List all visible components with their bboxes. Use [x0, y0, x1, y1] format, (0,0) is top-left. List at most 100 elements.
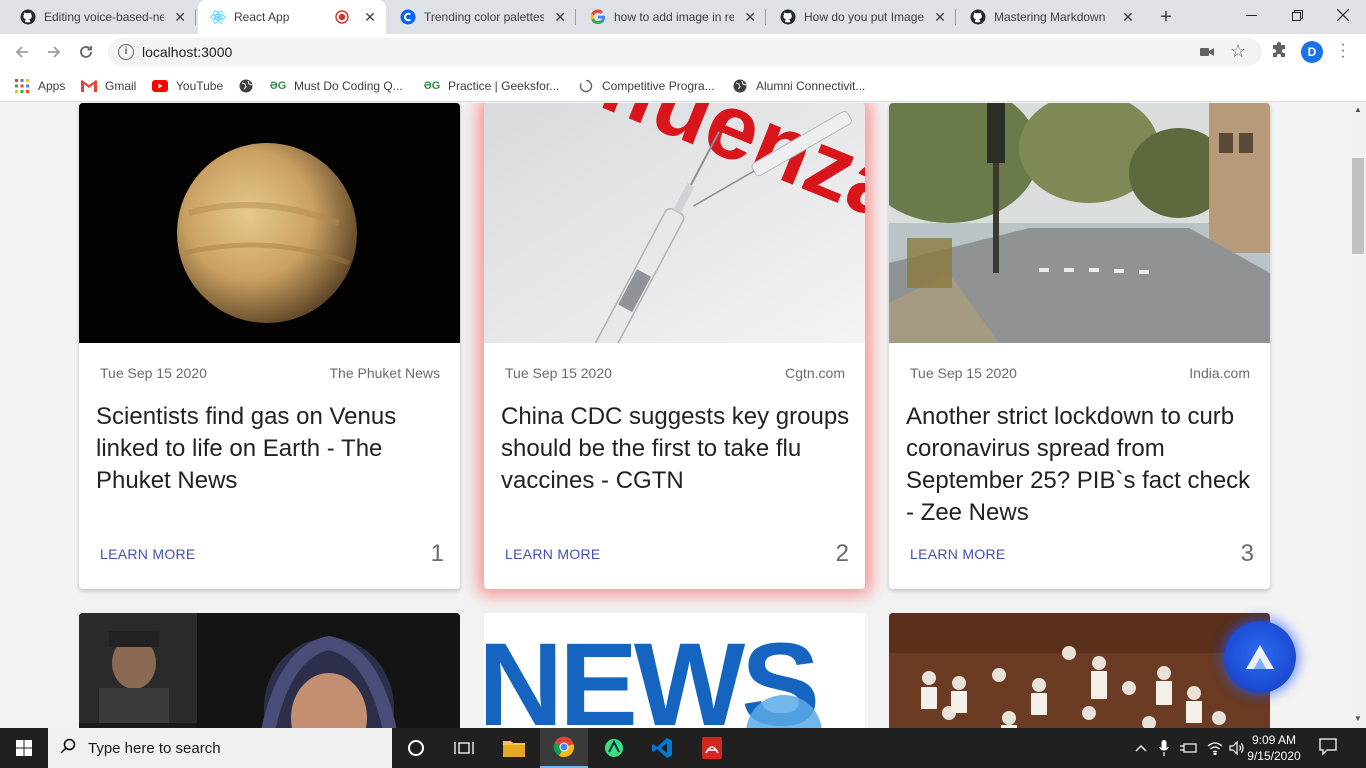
learn-more-button[interactable]: LEARN MORE [100, 546, 196, 562]
news-headline: Another strict lockdown to curb coronavi… [906, 403, 1251, 526]
github-icon [20, 9, 36, 25]
close-tab-icon[interactable]: ✕ [362, 9, 378, 25]
restore-icon[interactable] [1274, 0, 1320, 30]
scroll-down-icon[interactable]: ▼ [1354, 714, 1362, 723]
tab-editing-voice[interactable]: Editing voice-based-ne ✕ [8, 0, 196, 34]
learn-more-button[interactable]: LEARN MORE [910, 546, 1006, 562]
bookmark-globe[interactable] [238, 77, 262, 95]
bookmark-label: Apps [38, 79, 66, 93]
news-date: Tue Sep 15 2020 [910, 365, 1017, 381]
cortana-icon[interactable] [392, 728, 440, 768]
tab-title: React App [234, 10, 290, 24]
news-card[interactable]: Influenza Tue Sep 15 2020 Cgtn.com China… [484, 103, 865, 589]
address-bar[interactable]: i localhost:3000 ☆ [108, 38, 1262, 66]
close-tab-icon[interactable]: ✕ [172, 9, 188, 25]
bookmark-star-icon[interactable]: ☆ [1230, 41, 1246, 62]
bookmark-youtube[interactable]: YouTube [152, 77, 223, 95]
tab-title: Trending color palettes [424, 10, 545, 24]
site-info-icon[interactable]: i [118, 44, 134, 60]
tab-title: How do you put Image [804, 10, 925, 24]
bookmark-label: YouTube [176, 79, 224, 93]
geeksforgeeks-icon: ƏG [269, 80, 287, 92]
news-card[interactable]: Tue Sep 15 2020 India.com Another strict… [889, 103, 1270, 589]
tab-title: how to add image in re [614, 10, 735, 24]
gmail-icon [81, 78, 97, 94]
scroll-up-icon[interactable]: ▲ [1354, 105, 1362, 114]
tab-put-image[interactable]: How do you put Image ✕ [768, 0, 956, 34]
reload-icon[interactable] [74, 40, 98, 64]
tab-trending-color[interactable]: Trending color palettes ✕ [388, 0, 576, 34]
tray-chevron-icon[interactable] [1130, 728, 1152, 768]
forward-icon[interactable] [42, 40, 66, 64]
tab-add-image[interactable]: how to add image in re ✕ [578, 0, 766, 34]
close-tab-icon[interactable]: ✕ [1120, 9, 1136, 25]
vscode-icon[interactable] [638, 728, 686, 768]
close-tab-icon[interactable]: ✕ [742, 9, 758, 25]
tab-separator [575, 9, 576, 25]
tab-mastering-markdown[interactable]: Mastering Markdown ✕ [958, 0, 1144, 34]
news-card[interactable]: Tue Sep 15 2020 The Phuket News Scientis… [79, 103, 460, 589]
news-source: India.com [1189, 365, 1250, 381]
github-icon [970, 9, 986, 25]
news-card-partial[interactable] [79, 613, 460, 728]
notification-center-icon[interactable] [1318, 736, 1346, 760]
bookmark-alumni[interactable]: Alumni Connectivit... [732, 77, 865, 95]
extensions-icon[interactable] [1270, 42, 1290, 62]
bookmark-label: Practice | Geeksfor... [448, 79, 560, 93]
learn-more-button[interactable]: LEARN MORE [505, 546, 601, 562]
battery-icon[interactable] [1178, 728, 1200, 768]
bookmark-label: Competitive Progra... [602, 79, 715, 93]
globe-icon [732, 78, 748, 94]
tab-separator [955, 9, 956, 25]
bookmark-apps[interactable]: Apps [14, 77, 65, 95]
chrome-taskbar-icon[interactable] [540, 728, 588, 768]
youtube-icon [152, 78, 168, 94]
microphone-icon[interactable] [1154, 728, 1174, 768]
alan-logo-icon [1246, 645, 1274, 669]
news-image-parliament [889, 613, 1270, 728]
new-tab-button[interactable]: + [1154, 5, 1178, 29]
minimize-icon[interactable] [1228, 0, 1274, 30]
news-image-politicians [79, 613, 460, 728]
coolors-icon [400, 9, 416, 25]
bookmark-must-do-coding[interactable]: ƏG Must Do Coding Q... [270, 77, 403, 95]
card-number: 2 [835, 540, 849, 567]
tab-title: Mastering Markdown [994, 10, 1106, 24]
floating-action-button[interactable] [1224, 621, 1296, 693]
bookmark-competitive[interactable]: Competitive Progra... [578, 77, 715, 95]
news-date: Tue Sep 15 2020 [505, 365, 612, 381]
wifi-icon[interactable] [1204, 728, 1226, 768]
bookmark-practice-gfg[interactable]: ƏG Practice | Geeksfor... [424, 77, 559, 95]
tab-strip: Editing voice-based-ne ✕ React App ✕ Tre… [0, 0, 1366, 34]
acrobat-icon[interactable] [688, 728, 736, 768]
card-number: 3 [1240, 540, 1254, 567]
menu-icon[interactable]: · · · [1338, 37, 1348, 65]
url-text[interactable]: localhost:3000 [142, 44, 232, 60]
react-icon [210, 9, 226, 25]
news-image-street [889, 103, 1270, 343]
globe-icon [238, 78, 254, 94]
news-date: Tue Sep 15 2020 [100, 365, 207, 381]
page-scrollbar[interactable]: ▲ ▼ [1350, 103, 1366, 728]
profile-avatar[interactable]: D [1301, 41, 1323, 63]
news-card-partial[interactable]: NEWS [484, 613, 865, 728]
camera-icon[interactable] [1200, 45, 1214, 59]
scrollbar-thumb[interactable] [1352, 158, 1364, 254]
close-tab-icon[interactable]: ✕ [932, 9, 948, 25]
clock-time: 9:09 AM [1251, 733, 1297, 747]
file-explorer-icon[interactable] [490, 728, 538, 768]
news-card-partial[interactable] [889, 613, 1270, 728]
bookmark-gmail[interactable]: Gmail [81, 77, 136, 95]
close-window-icon[interactable] [1320, 0, 1366, 30]
android-studio-icon[interactable] [590, 728, 638, 768]
task-view-icon[interactable] [440, 728, 488, 768]
close-tab-icon[interactable]: ✕ [552, 9, 568, 25]
tab-react-app[interactable]: React App ✕ [198, 0, 386, 34]
taskbar-search[interactable]: Type here to search [48, 728, 392, 768]
news-image-influenza: Influenza [484, 103, 865, 343]
back-icon[interactable] [10, 40, 34, 64]
windows-start-button[interactable] [0, 728, 48, 768]
loading-icon [578, 78, 594, 94]
system-clock[interactable]: 9:09 AM 9/15/2020 [1244, 732, 1304, 764]
news-source: The Phuket News [329, 365, 441, 381]
